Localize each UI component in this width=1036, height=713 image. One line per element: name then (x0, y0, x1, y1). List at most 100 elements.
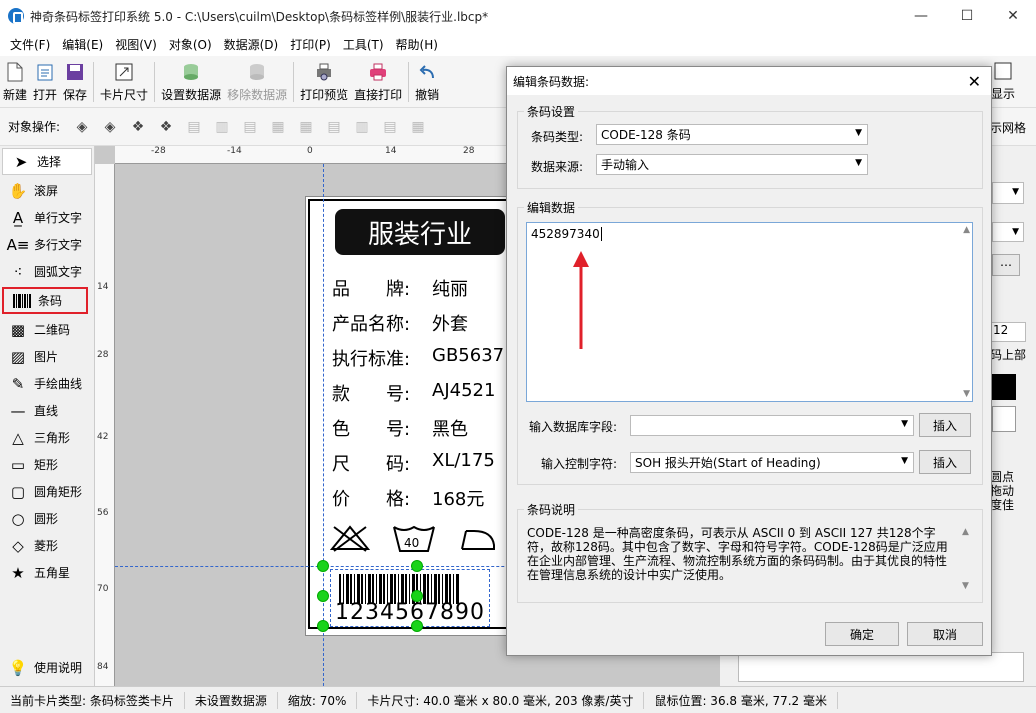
ok-button[interactable]: 确定 (825, 622, 899, 646)
cancel-button[interactable]: 取消 (907, 622, 983, 646)
resize-handle[interactable] (411, 560, 423, 572)
menu-object[interactable]: 对象(O) (163, 36, 218, 53)
show-button[interactable]: 显示 (988, 56, 1018, 106)
resize-handle[interactable] (317, 560, 329, 572)
bring-front-icon[interactable]: ❖ (128, 117, 148, 137)
tool-triangle[interactable]: △ 三角形 (0, 424, 94, 451)
print-preview-button[interactable]: 打印预览 (297, 57, 351, 107)
number-stepper[interactable]: 12 (990, 322, 1026, 342)
tool-diamond[interactable]: ◇ 菱形 (0, 532, 94, 559)
tool-arc-text[interactable]: ⁖ 圆弧文字 (0, 258, 94, 285)
data-source-select[interactable]: 手动输入 ▼ (596, 154, 868, 175)
card-row[interactable]: 色 号: 黑色 (332, 415, 468, 441)
tool-label: 手绘曲线 (34, 377, 83, 391)
color-swatch[interactable] (992, 374, 1016, 400)
card-row[interactable]: 品 牌: 纯丽 (332, 275, 468, 301)
resize-handle[interactable] (317, 620, 329, 632)
menu-file[interactable]: 文件(F) (4, 36, 56, 53)
ruler-tick-label: 28 (463, 146, 475, 156)
ruler-tick-label: -28 (151, 146, 166, 156)
close-button[interactable]: ✕ (990, 0, 1036, 32)
tool-multi-text[interactable]: A≡ 多行文字 (0, 231, 94, 258)
card-row[interactable]: 产品名称: 外套 (332, 310, 468, 336)
tool-single-text[interactable]: A̲ 单行文字 (0, 204, 94, 231)
insert-control-char-button[interactable]: 插入 (919, 450, 971, 474)
property-select[interactable]: ▼ (992, 222, 1024, 242)
send-back-icon[interactable]: ❖ (156, 117, 176, 137)
align-middle-icon[interactable]: ▥ (352, 117, 372, 137)
tool-freehand[interactable]: ✎ 手绘曲线 (0, 370, 94, 397)
ellipsis-button[interactable]: … (992, 254, 1020, 276)
align-top-icon[interactable]: ▤ (324, 117, 344, 137)
scroll-down-icon[interactable]: ▼ (962, 581, 969, 591)
save-button[interactable]: 保存 (60, 57, 90, 107)
barcode-type-select[interactable]: CODE-128 条码 ▼ (596, 124, 868, 145)
resize-handle[interactable] (317, 590, 329, 602)
tool-star[interactable]: ★ 五角星 (0, 559, 94, 586)
resize-handle[interactable] (411, 590, 423, 602)
align-left-icon[interactable]: ▤ (184, 117, 204, 137)
rectangle-icon: ▭ (10, 455, 26, 474)
layer-down-icon[interactable]: ◈ (100, 117, 120, 137)
distribute-h-icon[interactable]: ▦ (268, 117, 288, 137)
barcode-object[interactable]: 1234567890 (330, 569, 490, 627)
help-button[interactable]: 💡 使用说明 (0, 654, 82, 681)
scroll-up-icon[interactable]: ▲ (963, 225, 970, 235)
scroll-down-icon[interactable]: ▼ (963, 389, 970, 399)
edit-barcode-dialog: 编辑条码数据: ✕ 条码设置 条码类型: CODE-128 条码 ▼ 数据来源: … (506, 66, 992, 656)
maximize-button[interactable]: ☐ (944, 0, 990, 32)
align-bottom-icon[interactable]: ▤ (380, 117, 400, 137)
direct-print-button[interactable]: 直接打印 (351, 57, 405, 107)
undo-button[interactable]: 撤销 (412, 57, 442, 107)
tool-scroll[interactable]: ✋ 滚屏 (0, 177, 94, 204)
same-size-icon[interactable]: ▦ (408, 117, 428, 137)
position-label: 码上部 (990, 348, 1027, 362)
tool-label: 多行文字 (34, 238, 83, 252)
card-header[interactable]: 服装行业 (335, 209, 505, 255)
align-center-icon[interactable]: ▥ (212, 117, 232, 137)
resize-handle[interactable] (411, 620, 423, 632)
minimize-button[interactable]: — (898, 0, 944, 32)
menu-datasource[interactable]: 数据源(D) (218, 36, 285, 53)
card-row[interactable]: 尺 码: XL/175 (332, 450, 495, 476)
distribute-v-icon[interactable]: ▦ (296, 117, 316, 137)
align-right-icon[interactable]: ▤ (240, 117, 260, 137)
new-button[interactable]: 新建 (0, 57, 30, 107)
dialog-close-icon[interactable]: ✕ (968, 72, 981, 91)
control-char-select[interactable]: SOH 报头开始(Start of Heading) ▼ (630, 452, 914, 473)
tool-rectangle[interactable]: ▭ 矩形 (0, 451, 94, 478)
tool-label: 条码 (38, 294, 63, 308)
scroll-up-icon[interactable]: ▲ (962, 527, 969, 537)
new-file-icon (4, 61, 26, 83)
menu-help[interactable]: 帮助(H) (390, 36, 444, 53)
tool-circle[interactable]: ○ 圆形 (0, 505, 94, 532)
card-row[interactable]: 价 格: 168元 (332, 485, 484, 511)
menu-print[interactable]: 打印(P) (284, 36, 337, 53)
tool-image[interactable]: ▨ 图片 (0, 343, 94, 370)
tool-barcode[interactable]: 条码 (2, 287, 88, 314)
print-preview-label: 打印预览 (300, 87, 349, 102)
tool-label: 圆角矩形 (34, 485, 83, 499)
db-field-select[interactable]: ▼ (630, 415, 914, 436)
insert-db-field-button[interactable]: 插入 (919, 413, 971, 437)
card-row[interactable]: 款 号: AJ4521 (332, 380, 495, 406)
tool-line[interactable]: — 直线 (0, 397, 94, 424)
menu-view[interactable]: 视图(V) (109, 36, 163, 53)
tool-select[interactable]: ➤ 选择 (2, 148, 92, 175)
layer-up-icon[interactable]: ◈ (72, 117, 92, 137)
set-datasource-button[interactable]: 设置数据源 (158, 57, 224, 107)
tool-rounded-rect[interactable]: ▢ 圆角矩形 (0, 478, 94, 505)
property-select[interactable]: ▼ (992, 182, 1024, 204)
data-source-value: 手动输入 (601, 158, 650, 172)
menu-tools[interactable]: 工具(T) (337, 36, 390, 53)
card-row[interactable]: 执行标准: GB5637 (332, 345, 504, 371)
tool-qrcode[interactable]: ▩ 二维码 (0, 316, 94, 343)
card-border: 服装行业 品 牌: 纯丽 产品名称: 外套 执行标准: GB5637 款 号: AJ45… (308, 199, 508, 629)
color-swatch[interactable] (992, 406, 1016, 432)
barcode-data-textarea[interactable]: 452897340 ▲ ▼ (526, 222, 973, 402)
card-size-button[interactable]: 卡片尺寸 (97, 57, 151, 107)
dropdown-arrow-icon: ▼ (1012, 187, 1019, 197)
remove-datasource-button[interactable]: 移除数据源 (224, 57, 290, 107)
menu-edit[interactable]: 编辑(E) (56, 36, 109, 53)
open-button[interactable]: 打开 (30, 57, 60, 107)
